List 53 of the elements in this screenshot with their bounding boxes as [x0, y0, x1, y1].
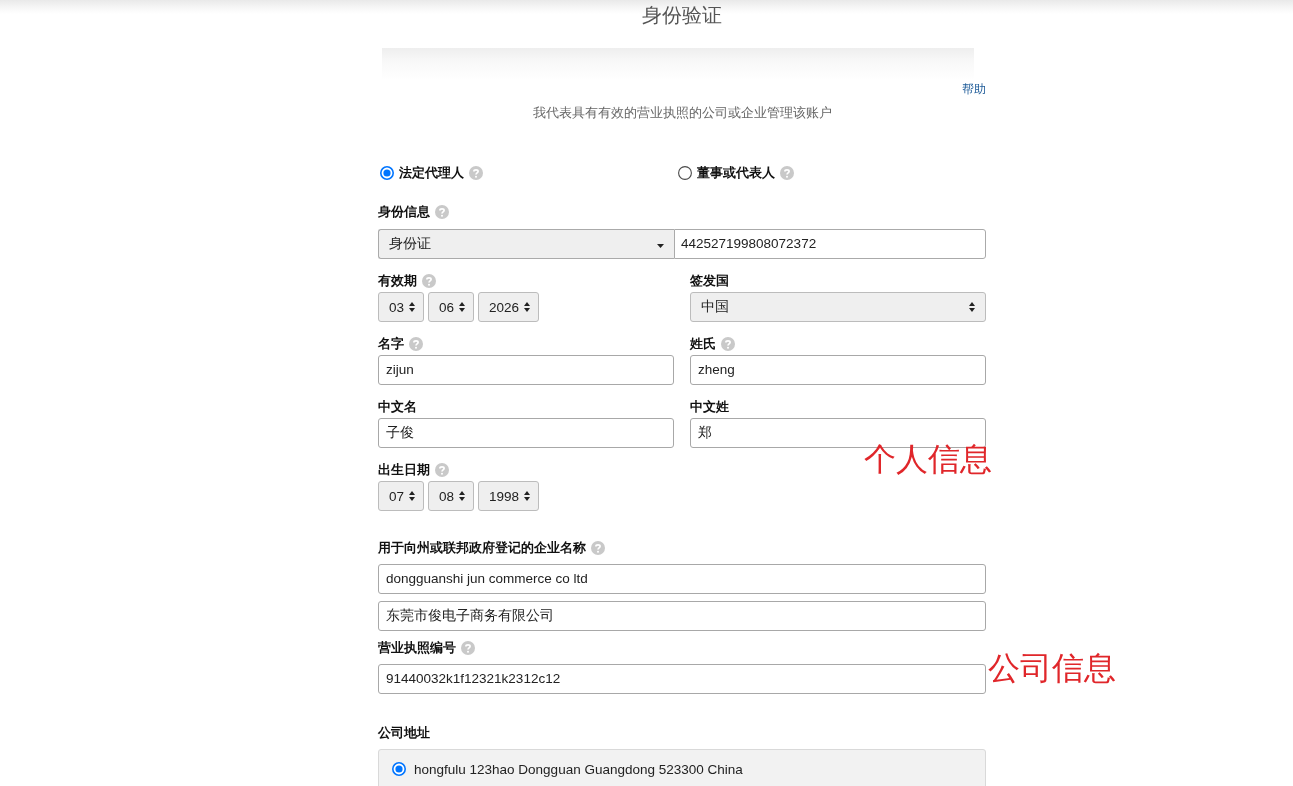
up-down-arrows-icon: [524, 302, 531, 312]
field-label: 有效期: [378, 272, 417, 290]
radio-button[interactable]: [678, 166, 692, 180]
radio-label: 董事或代表人: [697, 164, 775, 182]
field-label: 姓氏: [690, 335, 716, 353]
page-title: 身份验证: [641, 3, 723, 27]
up-down-arrows-icon: [524, 491, 531, 501]
field-label: 公司地址: [378, 724, 430, 742]
country-select[interactable]: 中国: [690, 292, 986, 322]
text-input[interactable]: 子俊: [378, 418, 674, 448]
field-label: 中文姓: [690, 398, 729, 416]
field-label: 中文名: [378, 398, 417, 416]
help-link[interactable]: 帮助: [962, 82, 986, 96]
field-label: 身份信息: [378, 203, 430, 221]
help-icon[interactable]: [461, 641, 475, 655]
address-text: hongfulu 123hao Dongguan Guangdong 523300 China: [414, 761, 743, 777]
help-icon[interactable]: [780, 166, 794, 180]
help-icon[interactable]: [435, 463, 449, 477]
up-down-arrows-icon: [409, 302, 416, 312]
text-input[interactable]: zijun: [378, 355, 674, 385]
radio-label: 法定代理人: [399, 164, 464, 182]
help-icon[interactable]: [591, 541, 605, 555]
help-icon[interactable]: [409, 337, 423, 351]
field-label: 用于向州或联邦政府登记的企业名称: [378, 539, 586, 557]
up-down-arrows-icon: [459, 491, 466, 501]
date-select[interactable]: 08: [428, 481, 475, 511]
date-select[interactable]: 2026: [478, 292, 540, 322]
field-label: 签发国: [690, 272, 729, 290]
help-icon[interactable]: [435, 205, 449, 219]
annotation-text: 公司信息: [988, 650, 1116, 686]
date-select[interactable]: 1998: [478, 481, 540, 511]
help-icon[interactable]: [422, 274, 436, 288]
date-select[interactable]: 03: [378, 292, 425, 322]
help-icon[interactable]: [721, 337, 735, 351]
up-down-arrows-icon: [969, 302, 975, 312]
text-input[interactable]: dongguanshi jun commerce co ltd: [378, 564, 986, 594]
up-down-arrows-icon: [459, 302, 466, 312]
text-input[interactable]: zheng: [690, 355, 986, 385]
text-input[interactable]: 东莞市俊电子商务有限公司: [378, 601, 986, 631]
date-select[interactable]: 06: [428, 292, 475, 322]
help-icon[interactable]: [469, 166, 483, 180]
date-select[interactable]: 07: [378, 481, 425, 511]
document-type-select[interactable]: 身份证: [378, 229, 674, 259]
text-input[interactable]: 91440032k1f12321k2312c12: [378, 664, 986, 694]
field-label: 营业执照编号: [378, 639, 456, 657]
field-label: 出生日期: [378, 461, 430, 479]
field-label: 名字: [378, 335, 404, 353]
document-number-field[interactable]: 442527199808072372: [674, 229, 986, 259]
radio-button[interactable]: [380, 166, 394, 180]
subtitle-text: 我代表具有有效的营业执照的公司或企业管理该账户: [531, 105, 833, 121]
up-down-arrows-icon: [409, 491, 416, 501]
caret-icon: [657, 243, 664, 248]
radio-button[interactable]: [392, 762, 406, 776]
